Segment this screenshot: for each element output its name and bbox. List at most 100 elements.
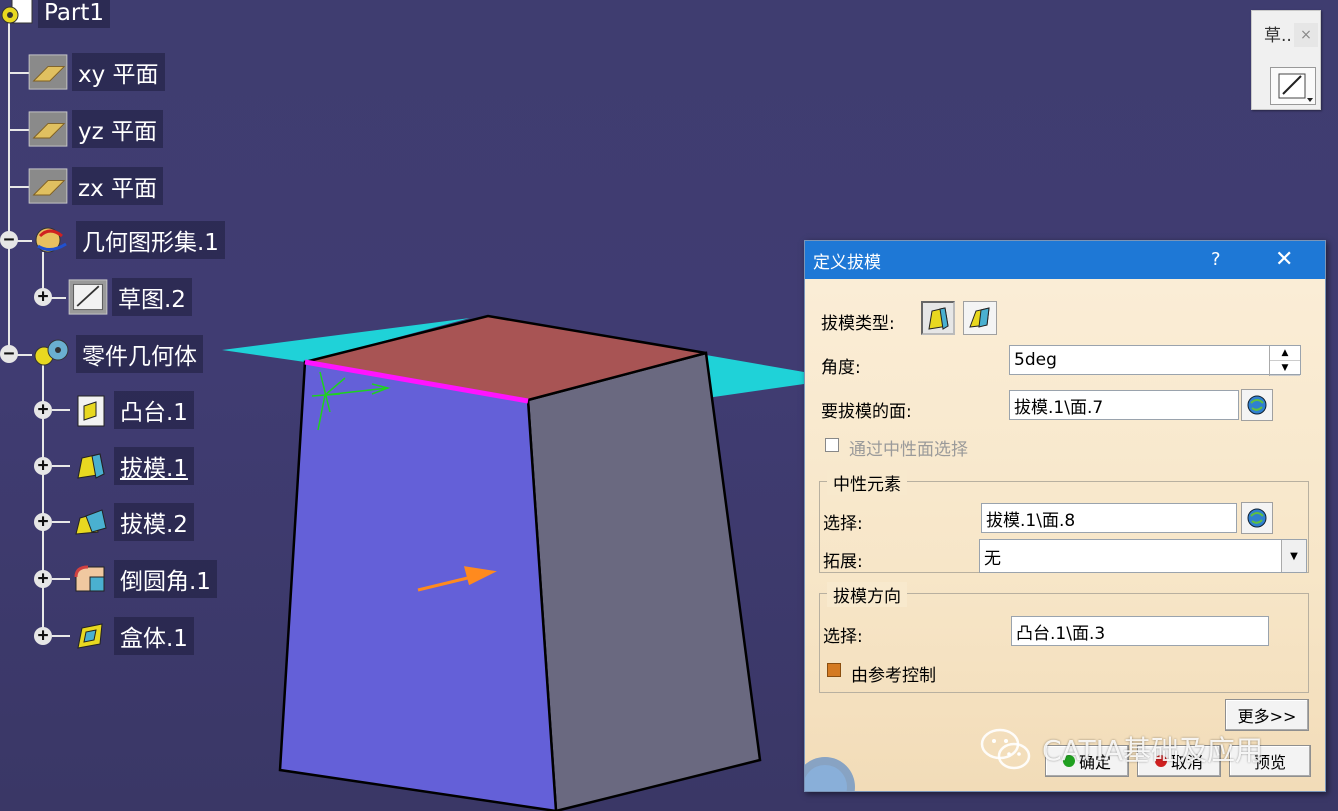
direction-select-value: 凸台.1\面.3 (1016, 623, 1106, 644)
tree-root[interactable]: Part1 (0, 0, 111, 30)
angle-label: 角度: (821, 358, 861, 378)
expand-icon[interactable]: + (34, 570, 52, 588)
dialog-title: 定义拔模 (813, 252, 881, 273)
propagation-label: 拓展: (823, 552, 863, 572)
expand-icon[interactable]: + (34, 627, 52, 645)
sketch-icon (68, 279, 108, 315)
variable-draft-button[interactable] (963, 301, 997, 335)
propagation-select[interactable]: 无 (979, 539, 1307, 573)
pad-icon (77, 395, 105, 427)
watermark: CATIA基础及应用 (978, 726, 1263, 772)
tree-connector (52, 635, 70, 637)
help-button[interactable]: ? (1211, 249, 1221, 270)
geometric-set-icon (35, 227, 67, 253)
specification-tree: Part1 xy 平面 yz 平面 zx 平面 − 几何图形集.1 + 草图.2… (0, 0, 260, 660)
tree-item-label: xy 平面 (72, 53, 165, 91)
expand-icon[interactable]: + (34, 401, 52, 419)
chevron-down-icon[interactable]: ▼ (1281, 540, 1306, 572)
draft-type-label: 拔模类型: (821, 314, 895, 334)
tree-item-label: 草图.2 (112, 278, 192, 316)
tree-connector (52, 465, 70, 467)
globe-list-icon (1247, 508, 1267, 528)
toolbar-title: 草.. (1264, 26, 1292, 46)
faces-to-draft-value: 拔模.1\面.7 (1014, 397, 1104, 418)
neutral-list-button[interactable] (1241, 502, 1273, 534)
tree-item-pad[interactable]: 凸台.1 (70, 391, 194, 429)
draft-icon (77, 453, 105, 479)
collapse-icon[interactable]: − (0, 345, 18, 363)
draft-icon (75, 509, 107, 535)
neutral-element-title: 中性元素 (827, 470, 907, 495)
tree-connector (52, 409, 70, 411)
watermark-text: CATIA基础及应用 (1042, 734, 1264, 767)
neutral-face-selection-checkbox[interactable] (825, 438, 839, 452)
tree-item-label: yz 平面 (72, 110, 163, 148)
angle-spinner[interactable]: ▲ ▼ (1269, 346, 1300, 376)
catia-globe-icon (805, 757, 855, 791)
side-face (526, 351, 762, 811)
faces-list-button[interactable] (1241, 389, 1273, 421)
plane-icon (28, 54, 68, 90)
define-draft-dialog[interactable]: 定义拔模 ? ✕ 拔模类型: 角度: 5deg ▲ ▼ 要拔模的面: 拔模.1\… (804, 240, 1326, 792)
faces-to-draft-label: 要拔模的面: (821, 402, 912, 422)
tree-item-label: 拔模.2 (114, 503, 194, 541)
tree-connector (52, 521, 70, 523)
direction-select-label: 选择: (823, 627, 863, 647)
plane-icon (28, 111, 68, 147)
tree-item-draft-1[interactable]: 拔模.1 (70, 447, 194, 485)
angle-input[interactable]: 5deg (1009, 345, 1301, 375)
plane-icon (28, 168, 68, 204)
close-button[interactable]: ✕ (1275, 247, 1293, 272)
fillet-icon (74, 565, 105, 592)
variable-draft-icon (969, 307, 990, 328)
controlled-by-reference-checkbox[interactable] (827, 663, 841, 677)
globe-list-icon (1247, 395, 1267, 415)
propagation-value: 无 (984, 548, 1001, 569)
toolbar-close-button[interactable]: × (1294, 23, 1318, 47)
tree-trunk-line (8, 20, 10, 356)
tree-item-label: 盒体.1 (114, 617, 194, 655)
front-face (278, 360, 558, 811)
tree-item-xy-plane[interactable]: xy 平面 (28, 53, 165, 91)
tree-item-part-body[interactable]: 零件几何体 (32, 335, 203, 373)
expand-icon[interactable]: + (34, 457, 52, 475)
tree-item-zx-plane[interactable]: zx 平面 (28, 167, 163, 205)
dialog-title-bar[interactable]: 定义拔模 ? ✕ (805, 241, 1325, 279)
wechat-icon (980, 728, 1031, 770)
neutral-select-field[interactable]: 拔模.1\面.8 (981, 503, 1237, 533)
collapse-icon[interactable]: − (0, 231, 18, 249)
sketch-button[interactable] (1270, 67, 1316, 105)
shell-icon (77, 623, 103, 649)
part-icon (1, 0, 33, 24)
tree-item-draft-2[interactable]: 拔模.2 (70, 503, 194, 541)
tree-item-label: 拔模.1 (114, 447, 194, 485)
tree-connector (52, 578, 70, 580)
tree-item-yz-plane[interactable]: yz 平面 (28, 110, 163, 148)
sketcher-toolbar[interactable]: 草.. × (1251, 10, 1321, 110)
tree-item-fillet[interactable]: 倒圆角.1 (70, 560, 217, 598)
constant-draft-icon (928, 307, 949, 330)
tree-root-label: Part1 (38, 0, 111, 28)
spin-down-icon[interactable]: ▼ (1270, 361, 1300, 376)
expand-icon[interactable]: + (34, 288, 52, 306)
direction-select-field[interactable]: 凸台.1\面.3 (1011, 616, 1269, 646)
expand-icon[interactable]: + (34, 513, 52, 531)
tree-item-label: zx 平面 (72, 167, 163, 205)
tree-item-geometric-set[interactable]: 几何图形集.1 (32, 221, 225, 259)
tree-item-label: 几何图形集.1 (76, 221, 225, 259)
spin-up-icon[interactable]: ▲ (1270, 346, 1300, 361)
body-icon (34, 339, 69, 366)
constant-draft-button[interactable] (921, 301, 955, 335)
tree-item-shell[interactable]: 盒体.1 (70, 617, 194, 655)
pulling-direction-title: 拔模方向 (827, 582, 907, 607)
tree-item-label: 零件几何体 (76, 335, 203, 373)
tree-item-label: 倒圆角.1 (114, 560, 217, 598)
tree-item-sketch[interactable]: 草图.2 (68, 278, 192, 316)
neutral-select-value: 拔模.1\面.8 (986, 510, 1076, 531)
angle-value: 5deg (1014, 350, 1057, 370)
controlled-by-reference-label: 由参考控制 (851, 666, 936, 686)
faces-to-draft-field[interactable]: 拔模.1\面.7 (1009, 390, 1239, 420)
tree-item-label: 凸台.1 (114, 391, 194, 429)
sketch-pen-icon (1278, 73, 1313, 102)
neutral-select-label: 选择: (823, 514, 863, 534)
